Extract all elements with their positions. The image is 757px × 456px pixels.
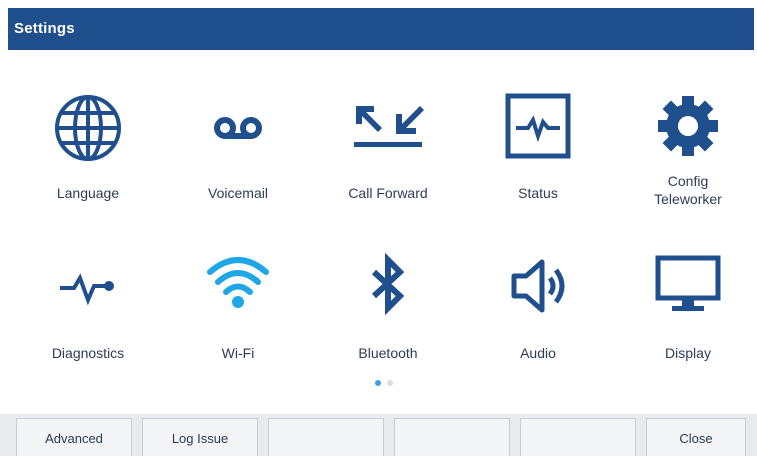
softkey-close[interactable]: Close: [646, 418, 746, 456]
speaker-icon: [498, 252, 578, 332]
voicemail-icon: [198, 92, 278, 172]
monitor-icon: [648, 252, 728, 332]
wifi-icon: [198, 252, 278, 332]
app-label-config-teleworker: Config Teleworker: [654, 173, 722, 207]
status-monitor-icon: [498, 92, 578, 172]
softkey-empty-3[interactable]: [268, 418, 384, 456]
page-dot-active[interactable]: [375, 380, 381, 386]
app-label-call-forward: Call Forward: [348, 185, 428, 201]
app-tile-voicemail[interactable]: Voicemail: [168, 92, 308, 232]
app-tile-bluetooth[interactable]: Bluetooth: [318, 252, 458, 392]
globe-icon: [48, 92, 128, 172]
call-forward-icon: [348, 92, 428, 172]
bluetooth-icon: [348, 252, 428, 332]
app-label-voicemail: Voicemail: [208, 185, 268, 201]
app-tile-wifi[interactable]: Wi-Fi: [168, 252, 308, 392]
softkey-bar: Advanced Log Issue Close: [0, 414, 757, 456]
softkey-empty-4[interactable]: [394, 418, 510, 456]
app-label-bluetooth: Bluetooth: [358, 345, 418, 361]
app-label-wifi: Wi-Fi: [221, 345, 255, 361]
app-tile-language[interactable]: Language: [18, 92, 158, 232]
app-label-language: Language: [56, 185, 120, 201]
app-tile-call-forward[interactable]: Call Forward: [318, 92, 458, 232]
softkey-advanced[interactable]: Advanced: [16, 418, 132, 456]
page-dot-inactive[interactable]: [387, 380, 393, 386]
app-tile-display[interactable]: Display: [618, 252, 757, 392]
gear-icon: [648, 92, 728, 172]
app-label-diagnostics: Diagnostics: [51, 345, 125, 361]
page-indicator: [370, 380, 400, 390]
softkey-empty-5[interactable]: [520, 418, 636, 456]
app-tile-audio[interactable]: Audio: [468, 252, 608, 392]
softkey-log-issue[interactable]: Log Issue: [142, 418, 258, 456]
page-title: Settings: [14, 20, 75, 37]
app-label-audio: Audio: [520, 345, 556, 361]
app-tile-status[interactable]: Status: [468, 92, 608, 232]
title-bar: Settings: [8, 8, 754, 50]
app-label-status: Status: [518, 185, 558, 201]
app-tile-config-teleworker[interactable]: Config Teleworker: [618, 92, 757, 232]
settings-screen: Settings Language Voicemail Call Forward…: [0, 0, 757, 456]
app-tile-diagnostics[interactable]: Diagnostics: [18, 252, 158, 392]
pulse-icon: [48, 252, 128, 332]
app-label-display: Display: [665, 345, 711, 361]
